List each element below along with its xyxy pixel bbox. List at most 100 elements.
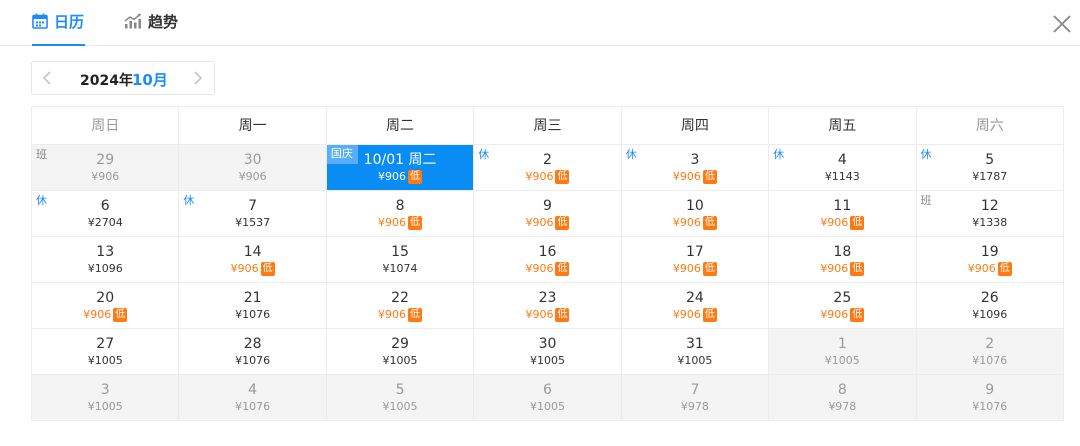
date-cell[interactable]: 18 ¥906 低	[769, 237, 917, 283]
lowest-price-badge: 低	[702, 308, 717, 322]
date-cell[interactable]: 休 7 ¥1537	[179, 191, 327, 237]
fare-price: ¥1005	[824, 354, 860, 367]
date-cell[interactable]: 休 6 ¥2704	[32, 191, 180, 237]
fare-price: ¥906	[230, 262, 259, 275]
weekday-label: 周四	[621, 107, 770, 145]
date-cell[interactable]: 5 ¥1005	[326, 375, 475, 421]
date-cell[interactable]: 16 ¥906 低	[474, 237, 622, 283]
date-cell[interactable]: 3 ¥1005	[32, 375, 180, 421]
date-number: 6	[543, 382, 552, 398]
calendar-week-row: 3 ¥1005 4 ¥1076 5 ¥1005 6 ¥1005 7 ¥978 8 ¥978 9 ¥1076	[32, 375, 1064, 421]
date-cell[interactable]: 11 ¥906 低	[769, 191, 917, 237]
fare-price: ¥906	[91, 170, 120, 183]
price-row: ¥906 低	[769, 216, 915, 230]
date-cell[interactable]: 休 2 ¥906 低	[474, 145, 622, 191]
date-cell[interactable]: 25 ¥906 低	[769, 283, 917, 329]
date-number: 3	[100, 382, 110, 398]
date-cell[interactable]: 27 ¥1005	[32, 329, 180, 375]
fare-price: ¥1005	[382, 400, 418, 413]
price-row: ¥906 低	[32, 308, 178, 322]
calendar-grid: 班 29 ¥906 30 ¥906 国庆 10/01 周二 ¥906 低休 2 ¥906 低休 3 ¥90…	[32, 145, 1064, 421]
tab-trend[interactable]: 趋势	[124, 11, 178, 46]
date-number: 30	[243, 152, 262, 168]
date-cell[interactable]: 17 ¥906 低	[621, 237, 770, 283]
date-cell[interactable]: 8 ¥906 低	[326, 191, 475, 237]
date-cell[interactable]: 14 ¥906 低	[179, 237, 327, 283]
date-number: 4	[248, 382, 258, 398]
next-month-button[interactable]	[188, 69, 206, 87]
date-cell[interactable]: 26 ¥1096	[916, 283, 1064, 329]
date-number: 23	[538, 290, 557, 306]
date-cell[interactable]: 班 29 ¥906	[32, 145, 180, 191]
date-cell[interactable]: 9 ¥906 低	[474, 191, 622, 237]
chevron-right-icon	[188, 71, 206, 91]
selected-date-cell[interactable]: 国庆 10/01 周二 ¥906 低	[326, 145, 475, 191]
date-cell[interactable]: 23 ¥906 低	[474, 283, 622, 329]
date-cell[interactable]: 22 ¥906 低	[326, 283, 475, 329]
lowest-price-badge: 低	[555, 262, 570, 276]
price-row: ¥1787	[917, 170, 1063, 184]
date-number: 6	[100, 198, 110, 214]
date-cell[interactable]: 10 ¥906 低	[621, 191, 770, 237]
date-number: 27	[96, 336, 115, 352]
calendar-week-row: 班 29 ¥906 30 ¥906 国庆 10/01 周二 ¥906 低休 2 ¥906 低休 3 ¥90…	[32, 145, 1064, 191]
current-month[interactable]: 10月	[132, 69, 168, 90]
fare-price: ¥2704	[87, 216, 123, 229]
tab-calendar[interactable]: 日历	[32, 11, 85, 46]
date-number: 30	[538, 336, 557, 352]
date-cell[interactable]: 休 3 ¥906 低	[621, 145, 770, 191]
fare-price: ¥906	[378, 170, 407, 183]
calendar-icon	[32, 11, 48, 29]
price-row: ¥906	[32, 170, 178, 184]
date-cell[interactable]: 30 ¥906	[179, 145, 327, 191]
calendar-week-row: 20 ¥906 低 21 ¥1076 22 ¥906 低 23 ¥906 低 24 ¥906 低 25 ¥90…	[32, 283, 1064, 329]
date-cell[interactable]: 20 ¥906 低	[32, 283, 180, 329]
fare-price: ¥1076	[972, 354, 1008, 367]
fare-price: ¥978	[680, 400, 709, 413]
price-row: ¥906 低	[622, 308, 768, 322]
chevron-left-icon	[39, 71, 57, 91]
price-row: ¥906	[179, 170, 325, 184]
lowest-price-badge: 低	[555, 170, 570, 184]
fare-price: ¥906	[238, 170, 267, 183]
date-cell[interactable]: 30 ¥1005	[474, 329, 622, 375]
date-cell[interactable]: 15 ¥1074	[326, 237, 475, 283]
date-number: 8	[395, 198, 405, 214]
date-number: 22	[391, 290, 409, 306]
date-cell[interactable]: 休 4 ¥1143	[769, 145, 917, 191]
date-cell[interactable]: 21 ¥1076	[179, 283, 327, 329]
date-cell[interactable]: 19 ¥906 低	[916, 237, 1064, 283]
date-cell[interactable]: 9 ¥1076	[916, 375, 1064, 421]
date-number: 20	[96, 290, 115, 306]
date-number: 9	[985, 382, 995, 398]
fare-price: ¥906	[672, 308, 701, 321]
date-cell[interactable]: 28 ¥1076	[179, 329, 327, 375]
date-cell[interactable]: 班 12 ¥1338	[916, 191, 1064, 237]
date-cell[interactable]: 1 ¥1005	[769, 329, 917, 375]
price-row: ¥1076	[917, 400, 1063, 414]
fare-price: ¥906	[820, 262, 849, 275]
price-row: ¥1096	[917, 308, 1063, 322]
price-row: ¥1005	[327, 354, 473, 368]
date-number: 17	[685, 244, 704, 260]
price-row: ¥1005	[474, 354, 620, 368]
date-cell[interactable]: 7 ¥978	[621, 375, 770, 421]
date-number: 13	[96, 244, 115, 260]
fare-price: ¥1005	[382, 354, 418, 367]
date-cell[interactable]: 31 ¥1005	[621, 329, 770, 375]
date-number: 11	[833, 198, 852, 214]
date-cell[interactable]: 24 ¥906 低	[621, 283, 770, 329]
weekday-label: 周六	[916, 107, 1064, 145]
lowest-price-badge: 低	[260, 262, 275, 276]
calendar-week-row: 13 ¥1096 14 ¥906 低 15 ¥1074 16 ¥906 低 17 ¥906 低 18 ¥90…	[32, 237, 1064, 283]
prev-month-button[interactable]	[39, 69, 57, 87]
date-cell[interactable]: 8 ¥978	[769, 375, 917, 421]
date-cell[interactable]: 休 5 ¥1787	[916, 145, 1064, 191]
date-cell[interactable]: 13 ¥1096	[32, 237, 180, 283]
calendar-week-row: 27 ¥1005 28 ¥1076 29 ¥1005 30 ¥1005 31 ¥1005 1 ¥100…	[32, 329, 1064, 375]
date-cell[interactable]: 6 ¥1005	[474, 375, 622, 421]
close-button[interactable]	[1051, 13, 1073, 35]
date-cell[interactable]: 2 ¥1076	[916, 329, 1064, 375]
date-cell[interactable]: 4 ¥1076	[179, 375, 327, 421]
date-cell[interactable]: 29 ¥1005	[326, 329, 475, 375]
